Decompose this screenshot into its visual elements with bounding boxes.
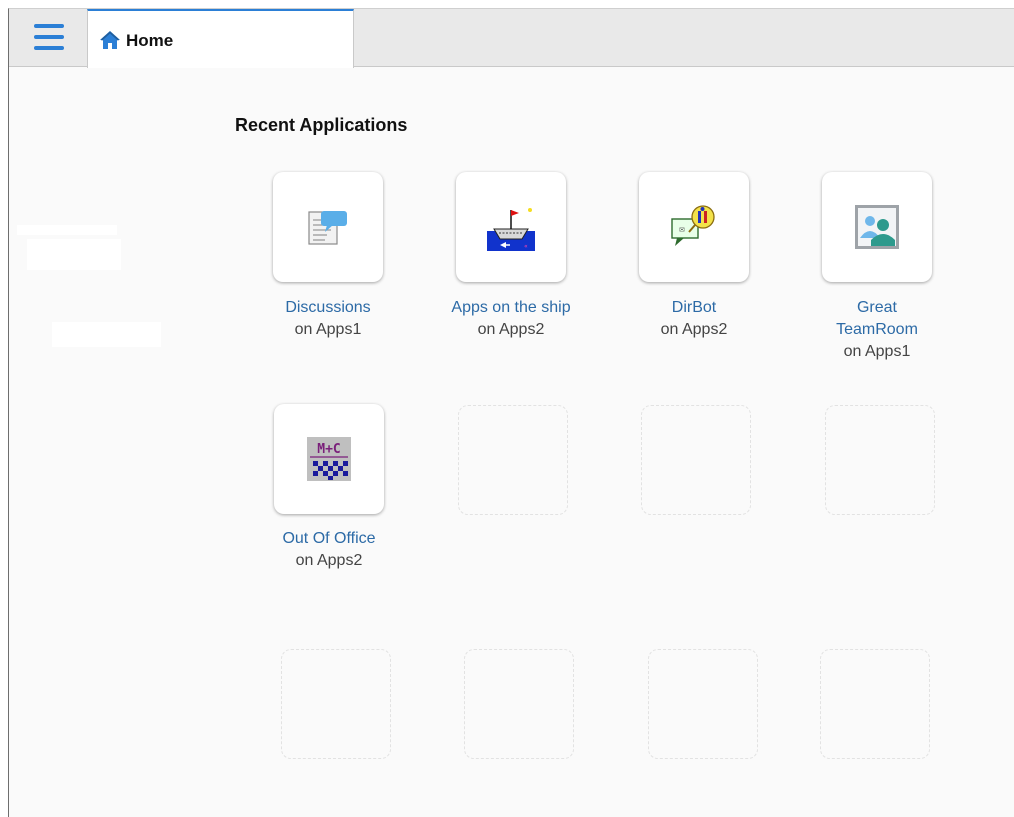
app-name-link[interactable]: Out Of Office (244, 528, 414, 550)
discussion-icon (308, 211, 347, 245)
ghost-shape (17, 225, 117, 235)
app-label-dirbot: DirBot on Apps2 (609, 297, 779, 341)
app-tile-discussions[interactable] (273, 172, 383, 282)
hamburger-icon[interactable] (33, 22, 65, 52)
ghost-shape (52, 322, 161, 347)
app-name-link[interactable]: TeamRoom (792, 319, 962, 341)
empty-app-slot (281, 649, 391, 759)
home-icon (100, 31, 120, 49)
app-tile-great-teamroom[interactable] (822, 172, 932, 282)
top-bar: Home (9, 9, 1014, 68)
svg-text:✉: ✉ (679, 226, 685, 234)
tab-home[interactable]: Home (87, 9, 354, 68)
app-tile-dirbot[interactable]: ✉ (639, 172, 749, 282)
empty-app-slot (641, 405, 751, 515)
app-server-text: on Apps2 (477, 321, 545, 338)
app-window: Home Recent Applications « ✉ Discussions… (8, 8, 1014, 817)
app-label-discussions: Discussions on Apps1 (243, 297, 413, 341)
svg-text:«: « (524, 243, 528, 250)
out-of-office-icon: M+C (307, 437, 351, 481)
app-tile-apps-on-the-ship[interactable]: « (456, 172, 566, 282)
tab-home-label: Home (126, 31, 174, 50)
empty-app-slot (464, 649, 574, 759)
app-label-great-teamroom: Great TeamRoom on Apps1 (792, 297, 962, 363)
empty-app-slot (820, 649, 930, 759)
app-server-text: on Apps2 (295, 552, 363, 569)
teamroom-icon (855, 205, 899, 249)
section-title: Recent Applications (235, 115, 408, 135)
app-name-link[interactable]: Apps on the ship (426, 297, 596, 319)
app-server-text: on Apps2 (660, 321, 728, 338)
ship-icon: « (487, 208, 535, 251)
svg-text:M+C: M+C (317, 442, 340, 457)
app-name-link[interactable]: Great (792, 297, 962, 319)
empty-app-slot (458, 405, 568, 515)
app-label-apps-on-the-ship: Apps on the ship on Apps2 (426, 297, 596, 341)
app-server-text: on Apps1 (294, 321, 362, 338)
empty-app-slot (648, 649, 758, 759)
dirbot-icon: ✉ (671, 205, 715, 246)
app-tile-out-of-office[interactable]: M+C (274, 404, 384, 514)
ghost-shape (27, 239, 121, 270)
app-server-text: on Apps1 (843, 343, 911, 360)
app-label-out-of-office: Out Of Office on Apps2 (244, 528, 414, 572)
app-name-link[interactable]: DirBot (609, 297, 779, 319)
empty-app-slot (825, 405, 935, 515)
app-name-link[interactable]: Discussions (243, 297, 413, 319)
